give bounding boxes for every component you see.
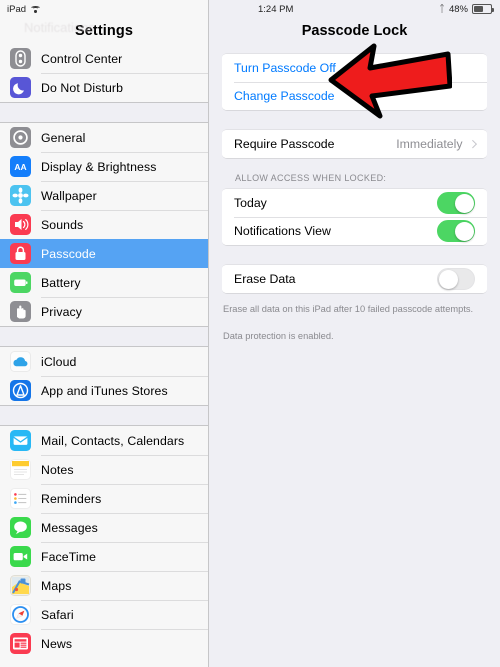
sidebar-item-label: Control Center [41, 51, 123, 66]
display-brightness-icon: AA [10, 156, 31, 177]
page-title: Passcode Lock [301, 23, 408, 39]
sidebar-item-general[interactable]: General [0, 123, 208, 152]
sidebar-item-notes[interactable]: Notes [0, 455, 208, 484]
require-passcode-label: Require Passcode [234, 137, 335, 151]
maps-icon [10, 575, 31, 596]
sidebar-item-label: Safari [41, 607, 74, 622]
sidebar-item-messages[interactable]: Messages [0, 513, 208, 542]
allow-access-toggle[interactable] [437, 192, 475, 214]
sidebar-group-separator [0, 405, 208, 426]
sidebar-item-control-center[interactable]: Control Center [0, 44, 208, 73]
erase-data-row[interactable]: Erase Data [222, 265, 487, 293]
allow-access-row-today[interactable]: Today [222, 189, 487, 217]
sidebar-item-list: Control Center Do Not Disturb General AA Dis… [0, 44, 208, 658]
sidebar-item-label: Passcode [41, 246, 96, 261]
turn-passcode-off-row[interactable]: Turn Passcode Off [222, 54, 487, 82]
messages-icon [10, 517, 31, 538]
sidebar-item-label: iCloud [41, 354, 77, 369]
allow-access-group: Today Notifications View [222, 188, 487, 246]
sidebar-item-label: Notes [41, 462, 74, 477]
reminders-icon [10, 488, 31, 509]
sidebar-item-passcode[interactable]: Passcode [0, 239, 208, 268]
general-icon [10, 127, 31, 148]
sounds-icon [10, 214, 31, 235]
erase-data-footnote: Erase all data on this iPad after 10 fai… [223, 304, 474, 314]
sidebar-item-label: Mail, Contacts, Calendars [41, 433, 185, 448]
facetime-icon [10, 546, 31, 567]
turn-passcode-off-label: Turn Passcode Off [234, 61, 336, 75]
erase-data-label: Erase Data [234, 272, 296, 286]
require-passcode-value: Immediately [396, 137, 477, 151]
chevron-right-icon [468, 140, 477, 148]
allow-access-label: Notifications View [234, 224, 331, 238]
require-passcode-group: Require Passcode Immediately [222, 129, 487, 159]
sidebar-item-icloud[interactable]: iCloud [0, 347, 208, 376]
change-passcode-label: Change Passcode [234, 89, 335, 103]
sidebar-item-label: Display & Brightness [41, 159, 157, 174]
sidebar-item-label: Battery [41, 275, 81, 290]
sidebar-item-label: Maps [41, 578, 72, 593]
main-header: Passcode Lock [209, 0, 500, 44]
control-center-icon [10, 48, 31, 69]
ipad-settings-screen: iPad 1:24 PM ᛏ 48% Notifications Setting… [0, 0, 500, 667]
allow-access-row-notifications-view[interactable]: Notifications View [222, 217, 487, 245]
sidebar-group-separator [0, 102, 208, 123]
sidebar-item-label: App and iTunes Stores [41, 383, 168, 398]
sidebar-item-display-brightness[interactable]: AA Display & Brightness [0, 152, 208, 181]
sidebar-item-wallpaper[interactable]: Wallpaper [0, 181, 208, 210]
battery-settings-icon [10, 272, 31, 293]
sidebar-item-label: Reminders [41, 491, 102, 506]
main-panel: Passcode Lock Turn Passcode Off Change P… [209, 0, 500, 667]
sidebar-group-separator [0, 326, 208, 347]
passcode-icon [10, 243, 31, 264]
allow-access-header: ALLOW ACCESS WHEN LOCKED: [235, 173, 387, 183]
icloud-icon [10, 351, 31, 372]
sidebar-item-label: General [41, 130, 86, 145]
sidebar-item-privacy[interactable]: Privacy [0, 297, 208, 326]
safari-icon [10, 604, 31, 625]
sidebar-item-label: Do Not Disturb [41, 80, 124, 95]
require-passcode-value-text: Immediately [396, 137, 463, 151]
do-not-disturb-icon [10, 77, 31, 98]
sidebar-item-news[interactable]: News [0, 629, 208, 658]
sidebar-item-app-and-itunes-stores[interactable]: App and iTunes Stores [0, 376, 208, 405]
sidebar-item-label: Wallpaper [41, 188, 97, 203]
sidebar-item-battery[interactable]: Battery [0, 268, 208, 297]
sidebar-item-label: Privacy [41, 304, 83, 319]
sidebar-item-mail-contacts-calendars[interactable]: Mail, Contacts, Calendars [0, 426, 208, 455]
require-passcode-row[interactable]: Require Passcode Immediately [222, 130, 487, 158]
app-store-icon [10, 380, 31, 401]
sidebar-item-maps[interactable]: Maps [0, 571, 208, 600]
sidebar-item-label: News [41, 636, 73, 651]
privacy-icon [10, 301, 31, 322]
sidebar-item-sounds[interactable]: Sounds [0, 210, 208, 239]
sidebar-item-do-not-disturb[interactable]: Do Not Disturb [0, 73, 208, 102]
news-icon [10, 633, 31, 654]
svg-text:AA: AA [14, 162, 26, 172]
erase-data-group: Erase Data [222, 264, 487, 294]
passcode-actions-group: Turn Passcode Off Change Passcode [222, 53, 487, 111]
wallpaper-icon [10, 185, 31, 206]
ghost-back-button: Notifications [24, 20, 95, 35]
change-passcode-row[interactable]: Change Passcode [222, 82, 487, 110]
sidebar-header: Notifications Settings [0, 0, 208, 44]
sidebar-item-label: FaceTime [41, 549, 97, 564]
mail-icon [10, 430, 31, 451]
data-protection-footnote: Data protection is enabled. [223, 331, 334, 342]
sidebar-item-safari[interactable]: Safari [0, 600, 208, 629]
sidebar-item-reminders[interactable]: Reminders [0, 484, 208, 513]
notes-icon [10, 459, 31, 480]
allow-access-label: Today [234, 196, 267, 210]
erase-data-toggle[interactable] [437, 268, 475, 290]
sidebar-item-label: Messages [41, 520, 98, 535]
settings-sidebar[interactable]: Notifications Settings Control Center Do … [0, 0, 209, 667]
sidebar-item-facetime[interactable]: FaceTime [0, 542, 208, 571]
allow-access-toggle[interactable] [437, 220, 475, 242]
sidebar-item-label: Sounds [41, 217, 84, 232]
